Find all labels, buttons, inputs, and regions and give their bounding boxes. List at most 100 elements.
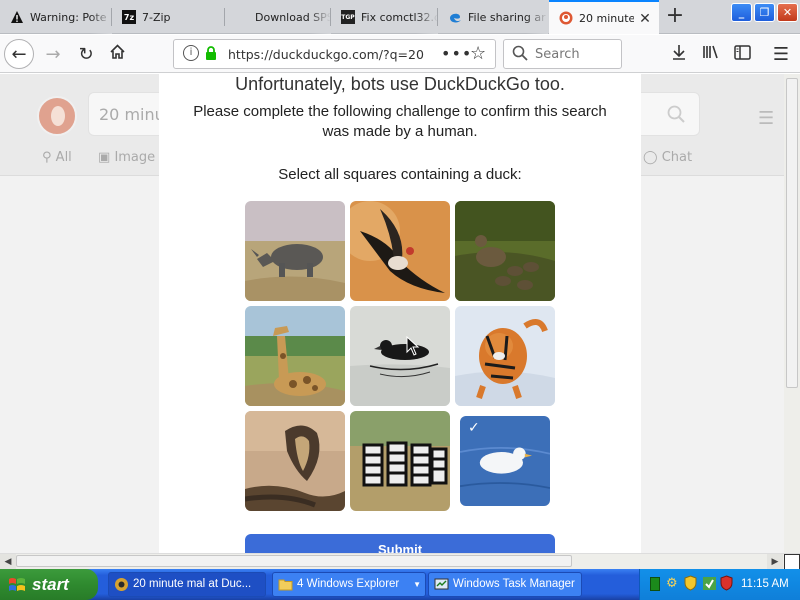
start-label: start: [32, 575, 69, 594]
bookmark-star-icon[interactable]: ☆: [470, 43, 486, 64]
tile-zebras[interactable]: [350, 411, 450, 511]
tab-images[interactable]: ▣ Image: [98, 150, 155, 165]
mouse-cursor-icon: [406, 336, 420, 356]
clock[interactable]: 11:15 AM: [741, 569, 789, 600]
scroll-right-arrow-icon[interactable]: ▶: [767, 554, 783, 570]
downloads-button[interactable]: [664, 39, 694, 69]
tab-20-minute[interactable]: 20 minute ✕: [549, 0, 659, 34]
home-icon: [109, 43, 126, 65]
restore-button[interactable]: ❐: [754, 3, 775, 22]
search-icon: [667, 105, 685, 127]
reload-icon: ↻: [78, 43, 94, 65]
page-content: 20 minut ☰ ⚲ All ▣ Image ◯ Chat Unfortun…: [0, 74, 784, 553]
sidebar-button[interactable]: [727, 39, 757, 69]
tab-all[interactable]: ⚲ All: [42, 150, 72, 165]
tab-file-sharing[interactable]: File sharing ar: [438, 0, 548, 34]
close-tab-icon[interactable]: ✕: [637, 11, 653, 27]
forward-arrow-icon: →: [45, 43, 61, 65]
navigation-toolbar: ← → ↻ i https://duckduckgo.com/?q=20 •••…: [0, 35, 800, 73]
tile-white-duck-selected[interactable]: ✓: [460, 416, 550, 506]
new-tab-button[interactable]: +: [662, 4, 688, 30]
bot-challenge-modal: Unfortunately, bots use DuckDuckGo too. …: [159, 74, 641, 553]
tray-network-icon[interactable]: ⚙: [666, 576, 678, 591]
hamburger-menu-icon: ☰: [772, 43, 790, 65]
duckduckgo-logo: [37, 96, 77, 136]
taskbar-button-label: Windows Task Manager: [453, 578, 575, 590]
taskbar-explorer-button[interactable]: 4 Windows Explorer ▼: [272, 572, 426, 597]
7zip-icon: 7z: [122, 10, 136, 24]
back-button[interactable]: ←: [4, 39, 34, 69]
vertical-scrollbar-thumb[interactable]: [786, 78, 798, 388]
taskbar: start 20 minute mal at Duc... 4 Windows …: [0, 569, 800, 600]
tab-chat-label: Chat: [661, 150, 693, 165]
library-icon: [702, 44, 720, 65]
image-icon: ▣: [98, 150, 111, 165]
edge-icon: [448, 10, 462, 24]
tab-images-label: Image: [114, 150, 156, 165]
taskbar-firefox-button[interactable]: 20 minute mal at Duc...: [108, 572, 266, 597]
duckduckgo-icon: [559, 11, 573, 25]
blank-page-icon: [235, 10, 249, 24]
tile-rhinoceros[interactable]: [245, 201, 345, 301]
sidebar-icon: [733, 44, 751, 65]
lock-icon[interactable]: [205, 46, 217, 65]
download-icon: [671, 44, 687, 65]
checkmark-icon: ✓: [468, 420, 480, 436]
taskbar-button-label: 20 minute mal at Duc...: [133, 578, 252, 590]
reload-button[interactable]: ↻: [71, 39, 101, 69]
system-tray: ⚙ 11:15 AM: [639, 569, 800, 600]
tile-vulture[interactable]: [350, 201, 450, 301]
tab-title: 20 minute: [579, 11, 634, 25]
windows-logo-icon: [9, 578, 25, 591]
folder-icon: [278, 577, 293, 592]
back-arrow-icon: ←: [11, 43, 27, 65]
scroll-corner: [784, 554, 800, 570]
tab-chat[interactable]: ◯ Chat: [643, 150, 692, 165]
tab-strip: Warning: Pote 7z 7-Zip Download SPS TGP …: [0, 0, 800, 34]
menu-button[interactable]: ☰: [766, 39, 796, 69]
hamburger-menu-icon[interactable]: ☰: [758, 108, 774, 129]
tab-fix-comctl[interactable]: TGP Fix comctl32.d: [331, 0, 438, 34]
minimize-button[interactable]: _: [731, 3, 752, 22]
shield-icon[interactable]: [684, 575, 697, 595]
tile-giraffe[interactable]: [245, 306, 345, 406]
tile-cobra[interactable]: [245, 411, 345, 511]
taskbar-button-label: 4 Windows Explorer: [297, 578, 400, 590]
home-button[interactable]: [102, 39, 132, 69]
challenge-title: Unfortunately, bots use DuckDuckGo too.: [235, 74, 565, 94]
security-center-icon[interactable]: [720, 575, 733, 595]
info-icon[interactable]: i: [183, 45, 199, 61]
horizontal-scrollbar-thumb[interactable]: [16, 555, 572, 567]
tray-update-icon[interactable]: [702, 576, 717, 595]
firefox-icon: [114, 577, 129, 592]
search-placeholder: Search: [535, 47, 580, 62]
tab-download-sps[interactable]: Download SPS: [225, 0, 331, 34]
tgp-icon: TGP: [341, 10, 355, 24]
scroll-left-arrow-icon[interactable]: ◀: [0, 554, 16, 570]
taskbar-task-manager-button[interactable]: Windows Task Manager: [428, 572, 582, 597]
start-button[interactable]: start: [0, 569, 98, 600]
tab-all-label: All: [55, 150, 72, 165]
dropdown-arrow-icon: ▼: [413, 580, 421, 589]
challenge-description: Please complete the following challenge …: [193, 103, 607, 140]
tab-warning[interactable]: Warning: Pote: [0, 0, 112, 34]
tray-app-icon[interactable]: [650, 577, 660, 591]
forward-button[interactable]: →: [38, 39, 68, 69]
tab-title: 7-Zip: [142, 10, 171, 24]
submit-button[interactable]: Submit: [245, 534, 555, 553]
tile-tiger[interactable]: [455, 306, 555, 406]
search-icon: ⚲: [42, 150, 52, 165]
challenge-instruction: Select all squares containing a duck:: [278, 166, 522, 183]
library-button[interactable]: [696, 39, 726, 69]
task-manager-icon: [434, 577, 449, 592]
url-text: https://duckduckgo.com/?q=20: [228, 47, 424, 62]
tab-7zip[interactable]: 7z 7-Zip: [112, 0, 225, 34]
close-window-button[interactable]: ✕: [777, 3, 798, 22]
url-bar[interactable]: i https://duckduckgo.com/?q=20 ••• ☆: [173, 39, 496, 69]
chat-icon: ◯: [643, 150, 658, 165]
page-actions-icon[interactable]: •••: [441, 44, 472, 63]
tile-swimming-duck[interactable]: [350, 306, 450, 406]
search-icon: [512, 45, 528, 65]
tile-ducks-with-ducklings[interactable]: [455, 201, 555, 301]
search-bar[interactable]: Search: [503, 39, 622, 69]
